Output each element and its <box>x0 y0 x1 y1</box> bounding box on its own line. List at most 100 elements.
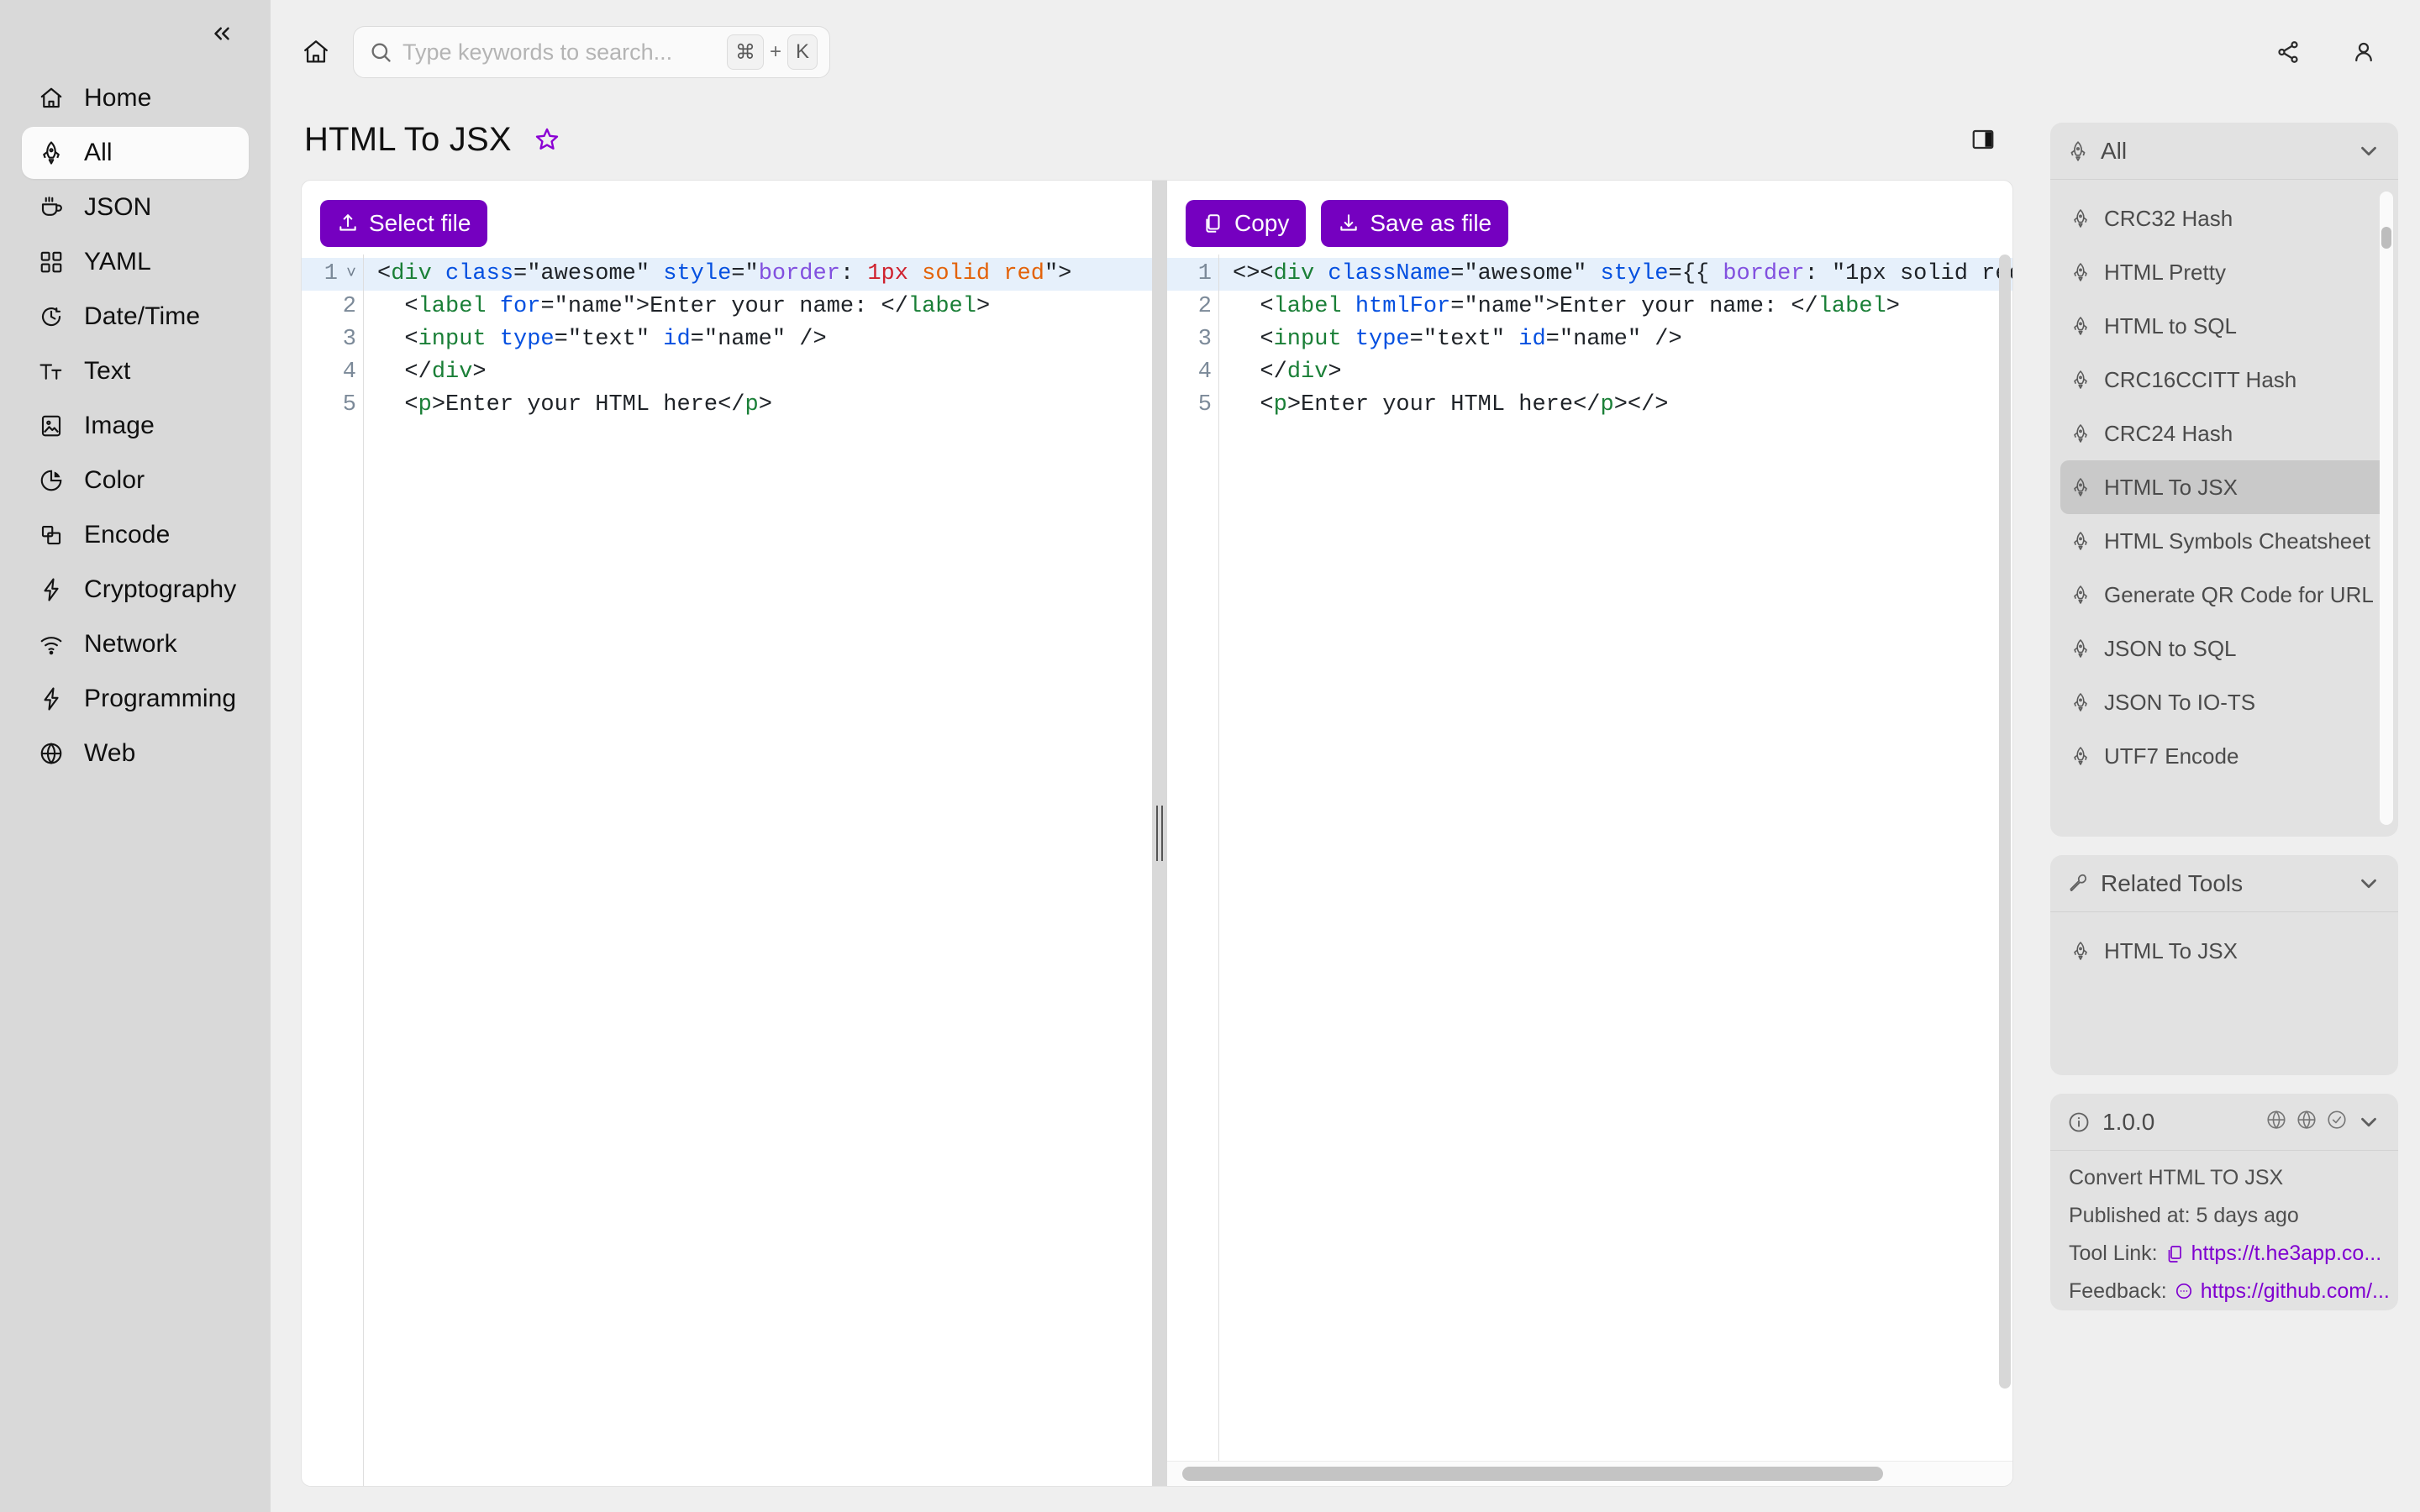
related-tools-header[interactable]: Related Tools <box>2050 855 2398 912</box>
sidebar-item-web[interactable]: Web <box>22 727 249 780</box>
sidebar-item-encode[interactable]: Encode <box>22 509 249 561</box>
scrollbar-thumb[interactable] <box>1182 1467 1884 1481</box>
sidebar-item-label: Programming <box>84 685 237 712</box>
star-icon[interactable] <box>529 121 566 158</box>
feedback-link[interactable]: https://github.com/... <box>2174 1279 2390 1304</box>
tool-list-item-label: JSON To IO-TS <box>2104 689 2256 715</box>
save-as-file-button[interactable]: Save as file <box>1321 200 1509 247</box>
globe-icon[interactable] <box>2296 1109 2317 1135</box>
tool-list-item[interactable]: HTML To JSX <box>2060 460 2388 514</box>
globe-icon[interactable] <box>2265 1109 2287 1135</box>
all-tools-header[interactable]: All <box>2050 123 2398 180</box>
right-panel-toggle-icon[interactable] <box>1965 121 2002 158</box>
fold-chevron-icon[interactable]: ˅ <box>343 258 356 291</box>
rocket-icon <box>2070 531 2092 551</box>
related-tools-title: Related Tools <box>2101 869 2244 896</box>
search-box[interactable]: ⌘ + K <box>353 26 830 78</box>
feedback-url[interactable]: https://github.com/... <box>2201 1279 2390 1304</box>
check-circle-icon[interactable] <box>2326 1109 2348 1135</box>
sidebar-item-datetime[interactable]: Date/Time <box>22 291 249 343</box>
sidebar-item-label: YAML <box>84 248 151 276</box>
tool-list-item[interactable]: JSON to SQL <box>2060 622 2388 675</box>
input-editor-actions: Select file <box>302 181 1152 255</box>
tool-link[interactable]: https://t.he3app.co... <box>2165 1242 2382 1266</box>
all-tools-body: CRC32 Hash HTML Pretty HTML to SQL CRC16CCI… <box>2050 180 2398 837</box>
sidebar-item-label: Image <box>84 412 155 439</box>
sidebar-item-yaml[interactable]: YAML <box>22 236 249 288</box>
input-editor-pane: Select file 1 ˅ 2 3 4 5 <div class="awesome" … <box>302 181 1152 1486</box>
line-number: 4 <box>342 360 356 385</box>
version-info-header[interactable]: 1.0.0 <box>2050 1094 2398 1151</box>
output-editor-pane: Copy Save as file 12345 <><div className… <box>1167 181 2012 1486</box>
coffee-icon <box>37 193 66 222</box>
tool-list-item[interactable]: HTML To JSX <box>2060 924 2388 978</box>
chevron-down-icon[interactable] <box>2356 1110 2381 1135</box>
sidebar-item-network[interactable]: Network <box>22 618 249 670</box>
version-number: 1.0.0 <box>2102 1108 2155 1135</box>
copy-button[interactable]: Copy <box>1186 200 1307 247</box>
all-tools-scrollbar[interactable] <box>2380 192 2393 825</box>
line-number: 2 <box>342 294 356 319</box>
tool-list-item[interactable]: HTML Pretty <box>2060 245 2388 299</box>
sidebar-item-color[interactable]: Color <box>22 454 249 507</box>
search-input[interactable] <box>402 39 727 66</box>
chevron-down-icon[interactable] <box>2356 871 2381 896</box>
related-tools-body: HTML To JSX <box>2050 912 2398 991</box>
sidebar-item-image[interactable]: Image <box>22 400 249 452</box>
clock-icon <box>37 302 66 331</box>
select-file-label: Select file <box>369 210 471 236</box>
tool-list-item[interactable]: Generate QR Code for URL <box>2060 568 2388 622</box>
tool-list-item[interactable]: CRC32 Hash <box>2060 192 2388 245</box>
sidebar-item-cryptography[interactable]: Cryptography <box>22 564 249 616</box>
input-code-content[interactable]: <div class="awesome" style="border: 1px … <box>364 255 1152 1486</box>
tool-list-item[interactable]: UTF7 Encode <box>2060 729 2388 783</box>
feedback-row: Feedback: https://github.com/... <box>2069 1279 2390 1304</box>
code-line: <input type="text" id="name" /> <box>1233 327 1682 352</box>
select-file-button[interactable]: Select file <box>320 200 488 247</box>
sidebar-item-text[interactable]: Text <box>22 345 249 397</box>
tool-description: Convert HTML TO JSX <box>2069 1166 2284 1189</box>
sidebar-item-programming[interactable]: Programming <box>22 673 249 725</box>
rocket-icon <box>2070 941 2092 961</box>
output-horizontal-scrollbar[interactable] <box>1167 1461 2012 1486</box>
user-icon[interactable] <box>2343 31 2385 73</box>
info-circle-icon <box>2067 1110 2091 1134</box>
tool-list-item[interactable]: HTML Symbols Cheatsheet <box>2060 514 2388 568</box>
sidebar-item-home[interactable]: Home <box>22 72 249 124</box>
rocket-icon <box>2070 262 2092 282</box>
tool-link-label: Tool Link: <box>2069 1242 2158 1265</box>
sidebar-item-label: Color <box>84 466 145 494</box>
image-icon <box>37 412 66 440</box>
left-sidebar: Home All JSON YAML Date/Time Text Image … <box>0 0 271 1512</box>
tool-link-url[interactable]: https://t.he3app.co... <box>2191 1242 2382 1266</box>
sidebar-item-label: Network <box>84 630 177 658</box>
rocket-icon <box>2070 585 2092 605</box>
sidebar-item-label: All <box>84 139 113 166</box>
code-line: <label htmlFor="name">Enter your name: <… <box>1233 294 1900 319</box>
input-code-area[interactable]: 1 ˅ 2 3 4 5 <div class="awesome" style="borde… <box>302 255 1152 1486</box>
home-icon[interactable] <box>292 29 339 76</box>
comment-icon[interactable] <box>2174 1282 2194 1302</box>
tool-list-item-label: HTML To JSX <box>2104 937 2238 963</box>
globe-icon <box>37 739 66 768</box>
chevron-down-icon[interactable] <box>2356 139 2381 164</box>
tool-list-item[interactable]: CRC24 Hash <box>2060 407 2388 460</box>
tool-list-item-label: HTML Pretty <box>2104 259 2226 285</box>
tool-list-item[interactable]: HTML to SQL <box>2060 299 2388 353</box>
output-code-content[interactable]: <><div className="awesome" style={{ bord… <box>1219 255 2012 1461</box>
code-line: </div> <box>377 360 487 385</box>
output-code-area[interactable]: 1 2 3 4 5 <><div className="awesome" style={… <box>1167 255 2012 1461</box>
scrollbar-thumb[interactable] <box>2381 227 2391 249</box>
tool-list-item-label: JSON to SQL <box>2104 635 2237 661</box>
sidebar-item-all[interactable]: All <box>22 127 249 179</box>
line-number: 1 ˅ <box>302 258 363 291</box>
sidebar-item-json[interactable]: JSON <box>22 181 249 234</box>
share-icon[interactable] <box>2267 31 2309 73</box>
tool-list-item[interactable]: JSON To IO-TS <box>2060 675 2388 729</box>
chevrons-left-icon[interactable] <box>205 17 239 50</box>
output-vertical-scrollbar[interactable] <box>1999 255 2011 1461</box>
copy-icon[interactable] <box>2165 1244 2185 1264</box>
code-line: <div class="awesome" style="border: 1px … <box>364 258 1152 291</box>
editor-resize-handle[interactable] <box>1152 181 1167 1486</box>
tool-list-item[interactable]: CRC16CCITT Hash <box>2060 353 2388 407</box>
